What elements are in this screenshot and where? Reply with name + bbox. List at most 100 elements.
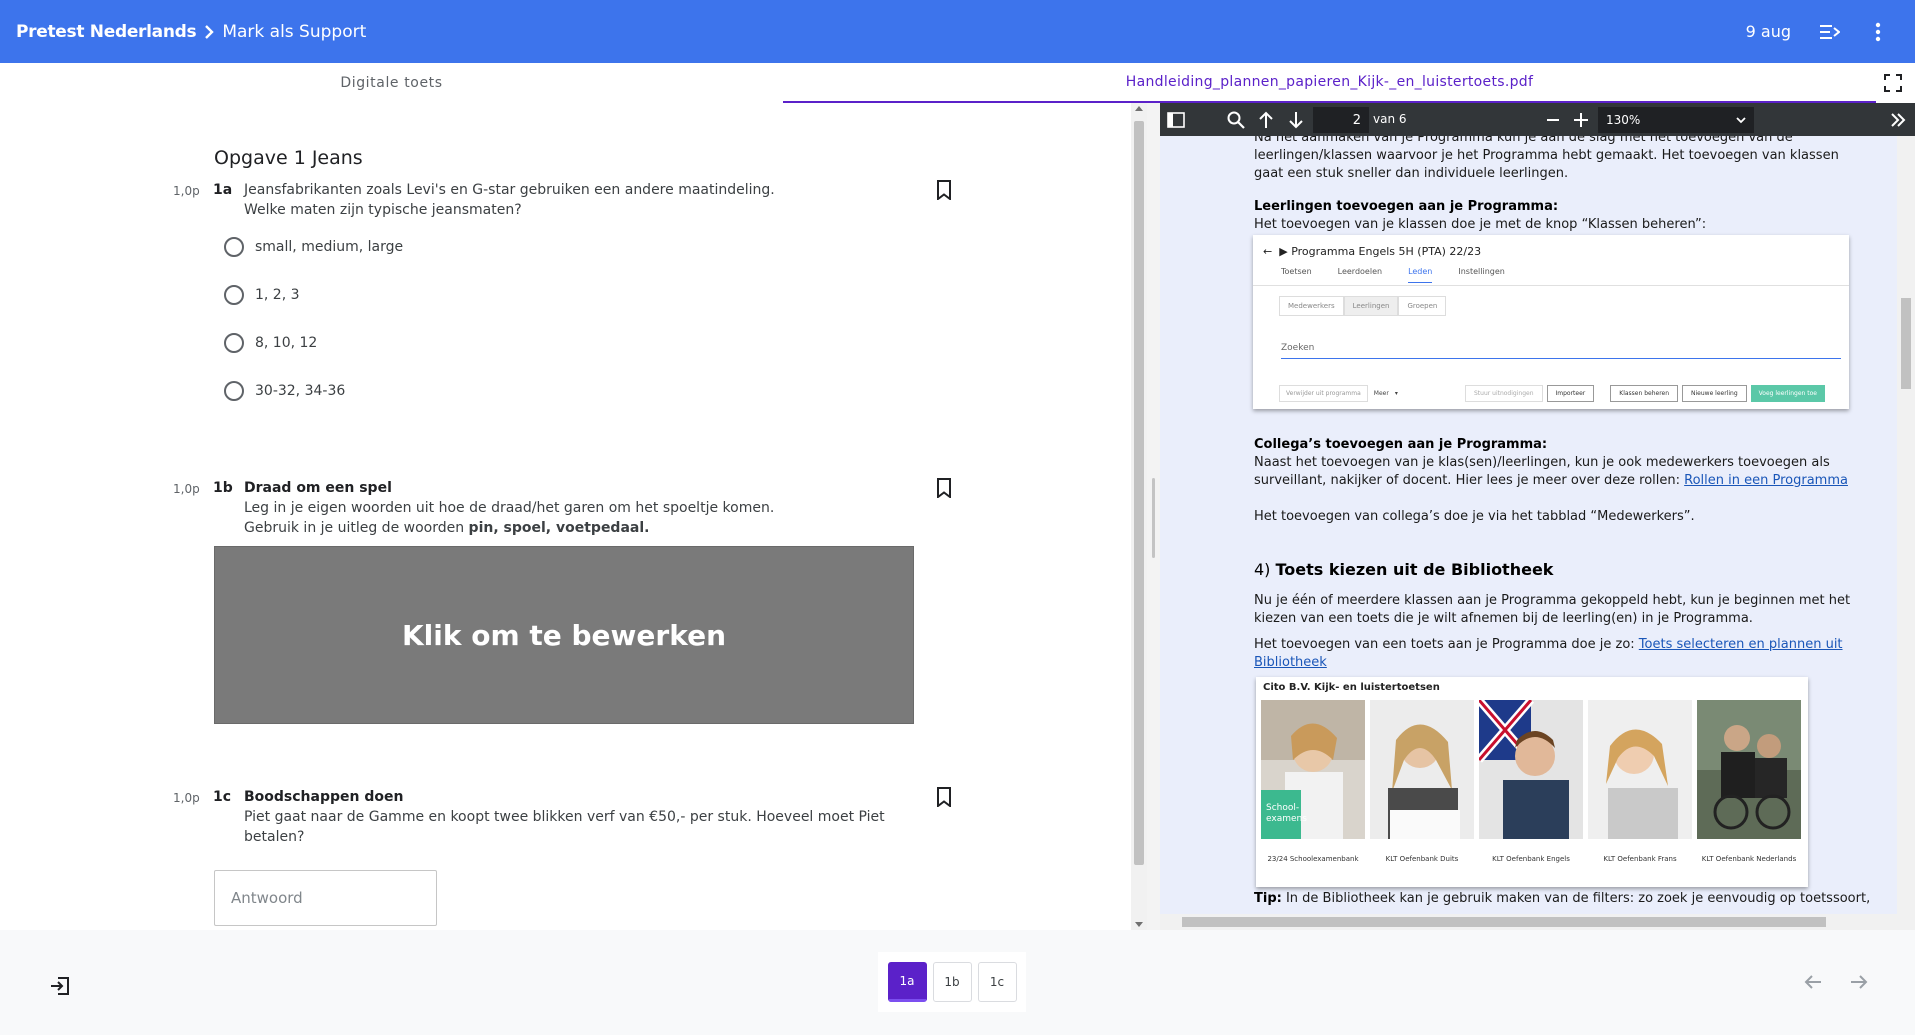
radio-button[interactable] [224, 333, 244, 353]
search-icon[interactable] [1226, 110, 1246, 130]
pdf-section-leerlingen: Leerlingen toevoegen aan je Programma: H… [1254, 198, 1874, 234]
pdf-page-input[interactable] [1313, 107, 1369, 133]
zoom-select[interactable]: 130% [1598, 107, 1754, 133]
pdf-link-toets-selecteren[interactable]: Toets selecteren en plannen uit [1639, 637, 1843, 652]
question-points: 1,0p [173, 184, 200, 198]
scrollbar-thumb[interactable] [1182, 917, 1826, 927]
pdf-horizontal-scrollbar[interactable] [1160, 914, 1915, 930]
library-tile-label: KLT Oefenbank Frans [1603, 855, 1677, 863]
answer-input[interactable] [214, 870, 437, 926]
pdf-line: kiezen van een toets die je wilt afnemen… [1254, 611, 1753, 626]
screenshot-tab: Leerdoelen [1337, 267, 1383, 276]
library-tile-image [1697, 700, 1801, 839]
bookmark-icon[interactable] [935, 180, 953, 200]
question-keywords: pin, spoel, voetpedaal. [468, 520, 650, 536]
library-tile-label: KLT Oefenbank Engels [1492, 855, 1570, 863]
menu-collapse-icon[interactable] [1819, 21, 1841, 43]
more-vert-icon[interactable] [1867, 21, 1889, 43]
pdf-tip-label: Tip: [1254, 891, 1282, 906]
fullscreen-icon[interactable] [1883, 73, 1903, 93]
tab-digitale-toets[interactable]: Digitale toets [0, 63, 783, 103]
panel-resize-handle[interactable] [1147, 103, 1160, 930]
pdf-line: Naast het toevoegen van je klas(sen)/lee… [1254, 455, 1830, 470]
pager-item-1c[interactable]: 1c [977, 962, 1017, 1002]
pdf-line: gaat een stuk sneller dan individuele le… [1254, 166, 1569, 181]
answer-option[interactable]: 8, 10, 12 [224, 333, 317, 353]
screenshot-button: Verwijder uit programma [1279, 385, 1368, 402]
pdf-paragraph: Het toevoegen van een toets aan je Progr… [1254, 636, 1874, 672]
click-to-edit-area[interactable]: Klik om te bewerken [214, 546, 914, 724]
screenshot-title: Cito B.V. Kijk- en luistertoetsen [1263, 682, 1440, 693]
pdf-heading-bibliotheek: 4) Toets kiezen uit de Bibliotheek [1254, 560, 1553, 579]
answer-option[interactable]: 30-32, 34-36 [224, 381, 345, 401]
pager-item-1b[interactable]: 1b [932, 962, 972, 1002]
minus-icon[interactable] [1543, 110, 1563, 130]
option-label: 8, 10, 12 [255, 335, 318, 351]
pdf-paragraph: Na het aanmaken van je Programma kun je … [1254, 136, 1874, 183]
question-number: 1c [213, 789, 232, 805]
scroll-up-arrow[interactable] [1135, 106, 1143, 111]
question-text: Jeansfabrikanten zoals Levi's en G-star … [244, 180, 924, 220]
pdf-page: Na het aanmaken van je Programma kun je … [1160, 136, 1897, 914]
folder-icon: ▶ [1279, 245, 1288, 258]
double-chevron-right-icon[interactable] [1888, 110, 1908, 130]
arrow-right-icon[interactable] [1848, 971, 1870, 993]
pager-item-1a[interactable]: 1a [887, 962, 927, 1002]
question-title: Boodschappen doen [244, 789, 404, 805]
breadcrumb: Pretest Nederlands Mark als Support [16, 22, 366, 42]
scroll-down-arrow[interactable] [1135, 922, 1143, 927]
pdf-line: Nu je één of meerdere klassen aan je Pro… [1254, 593, 1851, 608]
sidebar-toggle-icon[interactable] [1166, 110, 1186, 130]
scrollbar-thumb[interactable] [1901, 298, 1911, 389]
resize-grip[interactable] [1152, 478, 1155, 558]
pdf-screenshot-program: ← ▶ Programma Engels 5H (PTA) 22/23 Toet… [1253, 235, 1849, 409]
question-line-prefix: Gebruik in je uitleg de woorden [244, 520, 469, 536]
pdf-section-collegas: Collega’s toevoegen aan je Programma: Na… [1254, 436, 1874, 490]
library-tile-image: School- examens [1261, 700, 1365, 839]
breadcrumb-current: Mark als Support [222, 21, 367, 42]
screenshot-button: Voeg leerlingen toe [1750, 385, 1825, 402]
radio-button[interactable] [224, 237, 244, 257]
question-text: Draad om een spel Leg in je eigen woorde… [244, 478, 924, 538]
pdf-line: Het toevoegen van je klassen doe je met … [1254, 217, 1707, 232]
pdf-line-prefix: surveillant, nakijker of docent. Hier le… [1254, 473, 1685, 488]
breadcrumb-root[interactable]: Pretest Nederlands [16, 22, 197, 42]
screenshot-search: Zoeken [1281, 343, 1841, 359]
question-pager: 1a 1b 1c [878, 952, 1026, 1012]
pdf-line: leerlingen/klassen waarvoor je het Progr… [1254, 148, 1839, 163]
zoom-value: 130% [1606, 113, 1641, 127]
arrow-left-icon[interactable] [1802, 971, 1824, 993]
answer-option[interactable]: 1, 2, 3 [224, 285, 300, 305]
option-label: 30-32, 34-36 [255, 383, 346, 399]
chevron-down-icon: ▾ [1394, 390, 1398, 397]
arrow-up-icon[interactable] [1256, 110, 1276, 130]
screenshot-actions-left: Verwijder uit programma Meer ▾ [1279, 385, 1398, 402]
plus-icon[interactable] [1571, 110, 1591, 130]
screenshot-tab: Toetsen [1281, 267, 1312, 276]
screenshot-tab: Leden [1408, 267, 1433, 283]
option-label: 1, 2, 3 [255, 287, 300, 303]
screenshot-title-row: ← ▶ Programma Engels 5H (PTA) 22/23 [1263, 245, 1481, 258]
exit-icon[interactable] [49, 975, 71, 997]
scrollbar-thumb[interactable] [1134, 121, 1144, 865]
screenshot-button: Nieuwe leerling [1682, 385, 1747, 402]
pdf-vertical-scrollbar[interactable] [1897, 136, 1915, 914]
arrow-down-icon[interactable] [1286, 110, 1306, 130]
pdf-tip: Tip: In de Bibliotheek kan je gebruik ma… [1254, 890, 1874, 908]
digital-test-panel: Opgave 1 Jeans 1,0p 1a Jeansfabrikanten … [0, 103, 1147, 930]
tab-pdf-handleiding[interactable]: Handleiding_plannen_papieren_Kijk-_en_lu… [783, 63, 1876, 103]
library-tile-label: 23/24 Schoolexamenbank [1267, 855, 1359, 863]
pdf-page-count: van 6 [1373, 112, 1407, 126]
question-line: Gebruik in je uitleg de woorden pin, spo… [244, 518, 924, 538]
radio-button[interactable] [224, 285, 244, 305]
bookmark-icon[interactable] [935, 478, 953, 498]
answer-option[interactable]: small, medium, large [224, 237, 403, 257]
left-scrollbar[interactable] [1131, 103, 1147, 930]
pdf-link-rollen[interactable]: Rollen in een Programma [1684, 473, 1848, 488]
pdf-link-bibliotheek[interactable]: Bibliotheek [1254, 655, 1327, 670]
svg-text:examens: examens [1266, 814, 1307, 824]
bookmark-icon[interactable] [935, 787, 953, 807]
chevron-right-icon [205, 24, 215, 39]
radio-button[interactable] [224, 381, 244, 401]
